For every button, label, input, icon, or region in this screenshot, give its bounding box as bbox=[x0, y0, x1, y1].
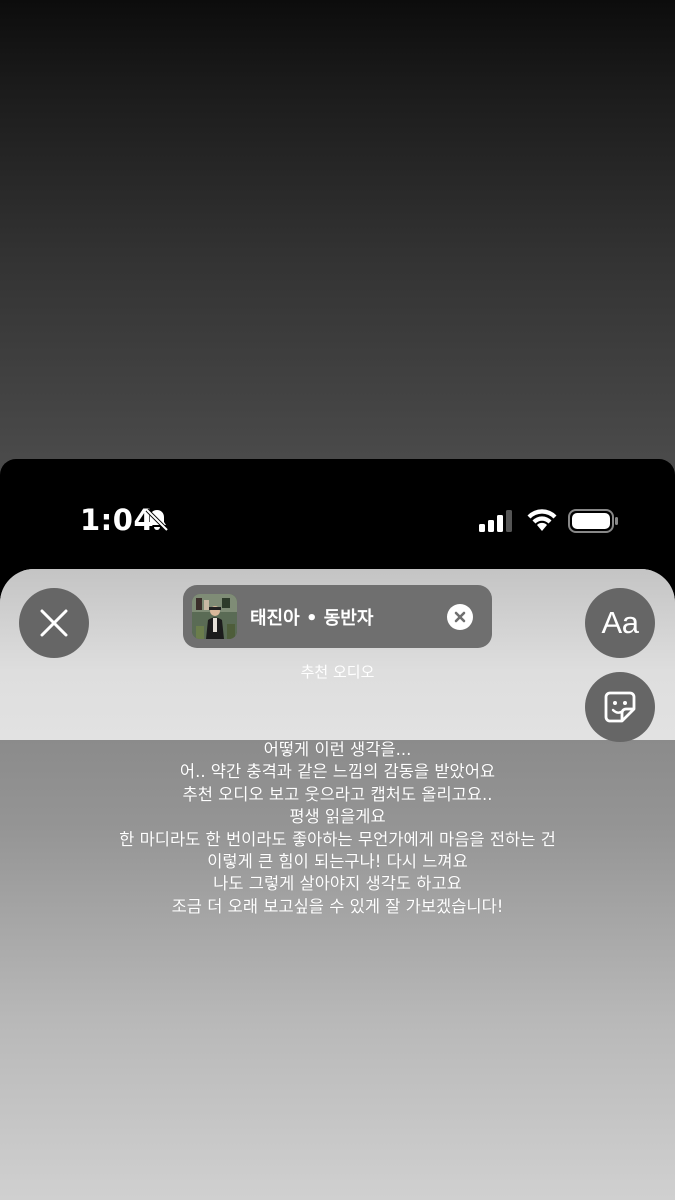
close-button[interactable] bbox=[19, 588, 89, 658]
text-tool-button[interactable]: Aa bbox=[585, 588, 655, 658]
status-bar: 1:04 bbox=[0, 459, 675, 569]
story-text: 어떻게 이런 생각을... 어.. 약간 충격과 같은 느낌의 감동을 받았어요… bbox=[0, 739, 675, 918]
remove-music-button[interactable] bbox=[447, 604, 473, 630]
story-line: 이렇게 큰 힘이 되는구나! 다시 느껴요 bbox=[207, 852, 468, 872]
story-line: 평생 읽을게요 bbox=[289, 807, 386, 827]
phone-screenshot: 1:04 태진아 • 동반자 Aa 추천 오디오 어떻게 이런 생각을... 어… bbox=[0, 459, 675, 1200]
cellular-signal-icon bbox=[479, 510, 512, 532]
story-line: 어.. 약간 충격과 같은 느낌의 감동을 받았어요 bbox=[179, 762, 496, 782]
battery-icon bbox=[568, 509, 618, 533]
story-line: 한 마디라도 한 번이라도 좋아하는 무언가에게 마음을 전하는 건 bbox=[119, 829, 556, 849]
wifi-icon bbox=[527, 509, 557, 531]
background-gradient bbox=[0, 0, 675, 460]
sticker-icon bbox=[604, 691, 636, 723]
bell-slash-icon bbox=[145, 508, 169, 532]
story-line: 조금 더 오래 보고싶을 수 있게 잘 가보겠습니다! bbox=[171, 896, 504, 916]
recommended-audio-label: 추천 오디오 bbox=[300, 663, 375, 681]
sticker-button[interactable] bbox=[585, 672, 655, 742]
story-editor: 태진아 • 동반자 Aa 추천 오디오 어떻게 이런 생각을... 어.. 약간… bbox=[0, 569, 675, 1200]
story-line: 추천 오디오 보고 웃으라고 캡처도 올리고요.. bbox=[182, 784, 493, 804]
music-sticker[interactable]: 태진아 • 동반자 bbox=[183, 585, 492, 648]
remove-circle-icon bbox=[454, 611, 466, 623]
story-line: 나도 그렇게 살아야지 생각도 하고요 bbox=[213, 874, 462, 894]
music-title: 태진아 • 동반자 bbox=[250, 608, 374, 629]
text-tool-label: Aa bbox=[601, 605, 639, 640]
story-line: 어떻게 이런 생각을... bbox=[263, 740, 412, 759]
close-icon bbox=[40, 609, 68, 637]
album-art bbox=[192, 594, 237, 639]
